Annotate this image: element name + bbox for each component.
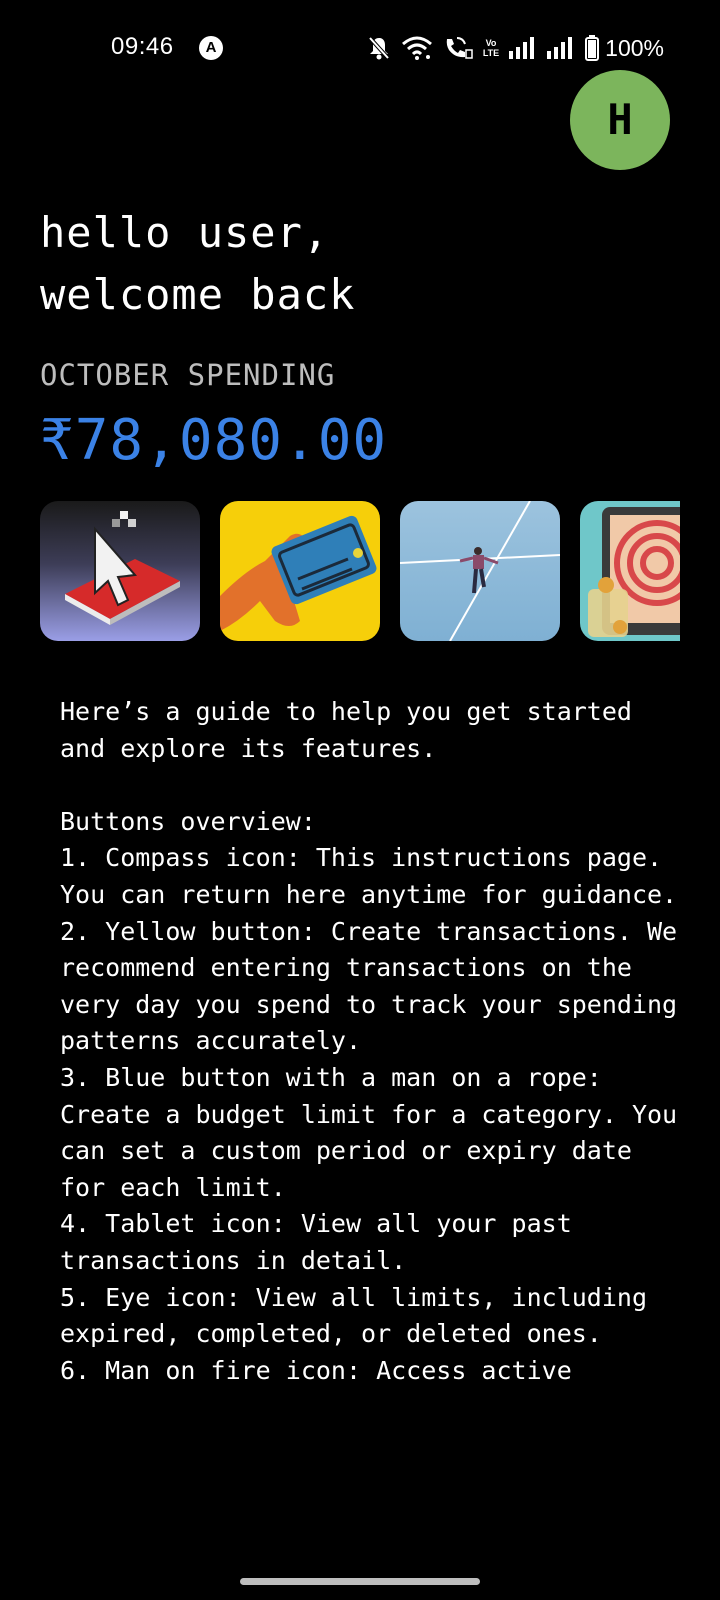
guide-item: 6. Man on fire icon: Access active [60,1355,572,1385]
guide-item: 2. Yellow button: Create transactions. W… [60,916,693,1056]
budget-limit-card[interactable] [400,501,560,641]
battery-percentage: 100% [605,34,664,61]
greeting: hello user, welcome back [40,202,355,326]
guide-item: 1. Compass icon: This instructions page.… [60,843,678,909]
spending-amount: ₹78,080.00 [40,408,388,473]
guide-item: 4. Tablet icon: View all your past trans… [60,1209,587,1275]
greeting-line-2: welcome back [40,270,356,319]
greeting-line-1: hello user, [40,208,330,257]
create-transaction-card[interactable] [220,501,380,641]
volte-icon: Vo LTE [482,38,500,58]
guide-heading: Buttons overview: [60,806,316,836]
status-icons: Vo LTE 100% [367,33,664,63]
tablet-icon [580,501,680,641]
home-indicator[interactable] [240,1578,480,1585]
notifications-muted-icon [368,36,390,60]
user-avatar[interactable]: H [570,70,670,170]
guide-item: 5. Eye icon: View all limits, including … [60,1282,663,1349]
guide-intro: Here’s a guide to help you get started a… [60,697,648,763]
wifi-icon [401,36,432,60]
wifi-calling-icon [446,37,473,59]
status-time: 09:46 [111,33,174,60]
signal-icon [509,37,535,59]
guide-item: 3. Blue button with a man on a rope: Cre… [60,1062,693,1202]
signal-icon [547,37,573,59]
battery-icon [585,35,600,61]
spending-label: OCTOBER SPENDING [40,358,336,392]
instructions-guide: Here’s a guide to help you get started a… [60,694,680,1389]
man-on-rope-icon [400,501,560,641]
instructions-card[interactable] [40,501,200,641]
transactions-history-card[interactable] [580,501,680,641]
pointer-on-book-icon [40,501,200,641]
card-trap-icon [220,501,380,641]
app-notification-icon: A [199,36,223,60]
feature-cards-carousel[interactable] [40,501,680,641]
